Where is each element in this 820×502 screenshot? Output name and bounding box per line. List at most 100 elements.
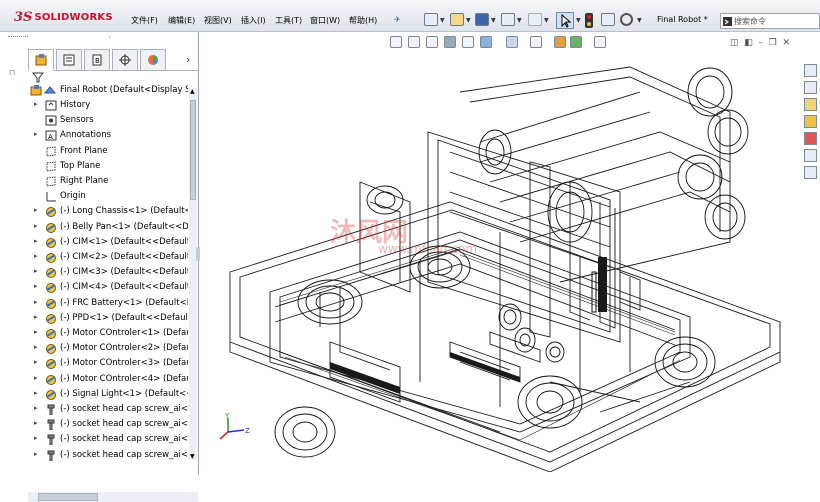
scroll-down-arrow-icon[interactable]: ▼: [190, 453, 195, 460]
expand-arrow-icon[interactable]: ▸: [34, 343, 38, 351]
expand-arrow-icon[interactable]: ▸: [34, 282, 38, 290]
tree-item[interactable]: ▸ (-) Signal Light<1> (Default<<D: [0, 388, 190, 402]
tree-item[interactable]: ▸ (-) CIM<1> (Default<<Default>: [0, 236, 190, 250]
open-dropdown-icon[interactable]: ▼: [466, 17, 471, 24]
undo-icon[interactable]: [528, 13, 542, 26]
tree-item[interactable]: Top Plane: [0, 160, 190, 174]
expand-arrow-icon[interactable]: ▸: [34, 358, 38, 366]
zoom-to-area-icon[interactable]: [408, 36, 420, 48]
expand-arrow-icon[interactable]: ▸: [34, 298, 38, 306]
print-icon[interactable]: [501, 13, 515, 26]
filter-icon[interactable]: [31, 72, 45, 83]
print-dropdown-icon[interactable]: ▼: [517, 17, 522, 24]
hide-show-items-icon[interactable]: [530, 36, 542, 48]
rebuild-icon[interactable]: [585, 13, 593, 28]
tabs-next-arrow[interactable]: ›: [186, 53, 190, 66]
menu-item-0[interactable]: 文件(F): [131, 15, 158, 26]
tree-item[interactable]: ▸ (-) Motor COntroler<3> (Defau: [0, 357, 190, 371]
expand-arrow-icon[interactable]: ▸: [34, 389, 38, 397]
tree-hscroll-thumb[interactable]: [38, 493, 98, 501]
tree-item[interactable]: ▸ (-) socket head cap screw_ai<2: [0, 418, 190, 432]
tree-item[interactable]: ▸ (-) socket head cap screw_ai<1: [0, 403, 190, 417]
expand-arrow-icon[interactable]: ▸: [34, 222, 38, 230]
undo-dropdown-icon[interactable]: ▼: [544, 17, 549, 24]
restore-icon[interactable]: ❐: [769, 38, 777, 48]
display-style-icon[interactable]: [506, 36, 518, 48]
expand-arrow-icon[interactable]: ▸: [34, 313, 38, 321]
pin-icon[interactable]: ⊓: [9, 68, 15, 77]
tree-item[interactable]: ▸ (-) socket head cap screw_ai<4: [0, 449, 190, 463]
menu-item-1[interactable]: 编辑(E): [168, 15, 195, 26]
expand-arrow-icon[interactable]: ▸: [34, 206, 38, 214]
expand-arrow-icon[interactable]: ▸: [34, 100, 38, 108]
tree-item[interactable]: ▸ (-) Motor COntroler<2> (Defau: [0, 342, 190, 356]
expand-arrow-icon[interactable]: ▸: [34, 434, 38, 442]
expand-arrow-icon[interactable]: ▸: [34, 450, 38, 458]
expand-arrow-icon[interactable]: ▸: [34, 252, 38, 260]
tree-item[interactable]: ▸ (-) FRC Battery<1> (Default<Dis: [0, 297, 190, 311]
select-button[interactable]: [556, 12, 574, 29]
tree-item[interactable]: Origin: [0, 190, 190, 204]
apply-scene-icon[interactable]: [570, 36, 582, 48]
panel-collapse-icon[interactable]: ◦: [108, 34, 112, 42]
tree-horizontal-scrollbar[interactable]: [28, 492, 198, 502]
menu-pin-icon[interactable]: ✈: [394, 15, 401, 24]
tree-item[interactable]: ▸ A Annotations: [0, 129, 190, 143]
tree-item[interactable]: ▸ (-) socket head cap screw_ai<3: [0, 433, 190, 447]
tree-item[interactable]: ▸ (-) Belly Pan<1> (Default<<Def: [0, 221, 190, 235]
menu-item-4[interactable]: 工具(T): [275, 15, 302, 26]
tree-item[interactable]: ▸ (-) Motor COntroler<4> (Defau: [0, 373, 190, 387]
expand-arrow-icon[interactable]: ▸: [34, 328, 38, 336]
section-view-icon[interactable]: [444, 36, 456, 48]
tree-item[interactable]: ▸ (-) CIM<2> (Default<<Default>: [0, 251, 190, 265]
menu-item-2[interactable]: 视图(V): [204, 15, 232, 26]
edit-appearance-icon[interactable]: [554, 36, 566, 48]
tree-item[interactable]: ▸ (-) CIM<4> (Default<<Default>: [0, 281, 190, 295]
close-icon[interactable]: ✕: [783, 38, 791, 48]
select-dropdown-icon[interactable]: ▼: [576, 17, 581, 24]
options-gear-icon[interactable]: [620, 13, 633, 26]
tree-item[interactable]: ▸ (-) CIM<3> (Default<<Default>: [0, 266, 190, 280]
tree-item[interactable]: Sensors: [0, 114, 190, 128]
new-document-icon[interactable]: [424, 13, 438, 26]
expand-arrow-icon[interactable]: ▸: [34, 267, 38, 275]
tab-configuration-manager[interactable]: B: [84, 49, 110, 71]
tab-property-manager[interactable]: [56, 49, 82, 71]
save-icon[interactable]: [475, 13, 489, 26]
tree-item[interactable]: ▸ (-) Motor COntroler<1> (Defau: [0, 327, 190, 341]
tree-item[interactable]: Front Plane: [0, 145, 190, 159]
tree-vertical-scrollbar[interactable]: ▲ ▼: [189, 88, 197, 460]
expand-arrow-icon[interactable]: ▸: [34, 374, 38, 382]
view-settings-icon[interactable]: [594, 36, 606, 48]
menu-item-6[interactable]: 帮助(H): [349, 15, 377, 26]
previous-view-icon[interactable]: [426, 36, 438, 48]
file-properties-icon[interactable]: [601, 13, 615, 26]
panel-grip[interactable]: [8, 36, 28, 39]
options-dropdown-icon[interactable]: ▼: [637, 17, 642, 24]
expand-arrow-icon[interactable]: ▸: [34, 237, 38, 245]
zoom-to-fit-icon[interactable]: [390, 36, 402, 48]
menu-item-5[interactable]: 窗口(W): [310, 15, 340, 26]
tab-feature-manager[interactable]: [28, 49, 54, 71]
split-icon[interactable]: ◧: [744, 38, 753, 48]
save-dropdown-icon[interactable]: ▼: [491, 17, 496, 24]
scroll-up-arrow-icon[interactable]: ▲: [190, 88, 195, 95]
tree-item[interactable]: Right Plane: [0, 175, 190, 189]
tab-display-manager[interactable]: [140, 49, 166, 71]
search-commands-field[interactable]: 搜索命令: [720, 13, 820, 29]
expand-arrow-icon[interactable]: ▸: [34, 130, 38, 138]
new-dropdown-icon[interactable]: ▼: [440, 17, 445, 24]
dynamic-annotation-icon[interactable]: [462, 36, 474, 48]
tree-root[interactable]: Final Robot (Default<Display S: [0, 84, 190, 98]
tab-dimxpert-manager[interactable]: [112, 49, 138, 71]
tree-item[interactable]: ▸ (-) PPD<1> (Default<<Default>: [0, 312, 190, 326]
tree-item[interactable]: ▸ (-) Long Chassis<1> (Default<D: [0, 205, 190, 219]
tree-scroll-thumb[interactable]: [190, 100, 196, 200]
expand-arrow-icon[interactable]: ▸: [34, 419, 38, 427]
open-icon[interactable]: [450, 13, 464, 26]
graphics-area[interactable]: ◫ ◧ – ❐ ✕ 沐风网 www.mfcad.com Y Z: [200, 32, 820, 475]
menu-item-3[interactable]: 插入(I): [241, 15, 266, 26]
expand-arrow-icon[interactable]: ▸: [34, 404, 38, 412]
tile-icon[interactable]: ◫: [730, 38, 739, 48]
minimize-icon[interactable]: –: [759, 38, 764, 48]
